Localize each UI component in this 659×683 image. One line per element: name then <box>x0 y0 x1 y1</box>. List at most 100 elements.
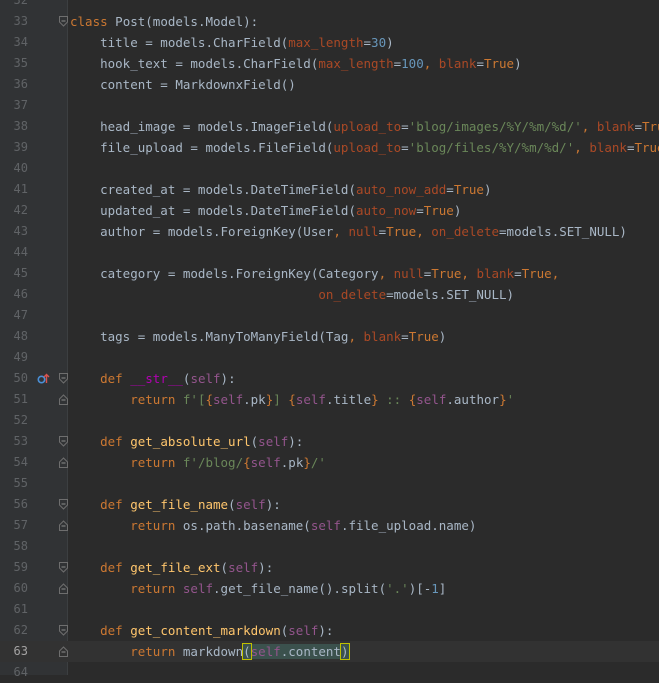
line-number: 64 <box>13 665 28 679</box>
code-line[interactable]: 56 def get_file_name(self): <box>0 494 659 515</box>
code-text: def get_absolute_url(self): <box>100 434 304 449</box>
fold-marker-icon[interactable] <box>59 373 68 384</box>
code-line[interactable]: 54 return f'/blog/{self.pk}/' <box>0 452 659 473</box>
code-text: return self.get_file_name().split('.')[-… <box>130 581 447 596</box>
code-line[interactable]: 44 <box>0 242 659 263</box>
code-line[interactable]: 64 <box>0 662 659 683</box>
fold-marker-icon[interactable] <box>59 520 68 531</box>
code-line[interactable]: 39 file_upload = models.FileField(upload… <box>0 137 659 158</box>
fold-marker-icon[interactable] <box>59 457 68 468</box>
code-text: head_image = models.ImageField(upload_to… <box>70 119 659 134</box>
code-text: hook_text = models.CharField(max_length=… <box>70 56 522 71</box>
code-text: class Post(models.Model): <box>70 14 259 29</box>
code-editor[interactable]: 32 33 class Post(models.Model): 34 title… <box>0 0 659 683</box>
line-number: 41 <box>13 182 28 196</box>
fold-marker-icon[interactable] <box>59 436 68 447</box>
code-line[interactable]: 55 <box>0 473 659 494</box>
code-line[interactable]: 61 <box>0 599 659 620</box>
code-line[interactable]: 49 <box>0 347 659 368</box>
code-line[interactable]: 36 content = MarkdownxField() <box>0 74 659 95</box>
line-number: 42 <box>13 203 28 217</box>
code-text: return f'[{self.pk}] {self.title} :: {se… <box>130 392 515 407</box>
code-text: category = models.ForeignKey(Category, n… <box>70 266 560 281</box>
code-text: on_delete=models.SET_NULL) <box>318 287 515 302</box>
code-text: def get_file_name(self): <box>100 497 281 512</box>
code-text: title = models.CharField(max_length=30) <box>70 35 394 50</box>
line-number: 43 <box>13 224 28 238</box>
line-number: 47 <box>13 308 28 322</box>
code-text: created_at = models.DateTimeField(auto_n… <box>70 182 492 197</box>
fold-marker-icon[interactable] <box>59 499 68 510</box>
fold-marker-icon[interactable] <box>59 583 68 594</box>
code-text: return os.path.basename(self.file_upload… <box>130 518 477 533</box>
line-number: 44 <box>13 245 28 259</box>
line-number: 62 <box>13 623 28 637</box>
line-number: 58 <box>13 539 28 553</box>
code-line[interactable]: 50 def __str__(self): <box>0 368 659 389</box>
code-line[interactable]: 32 <box>0 0 659 11</box>
code-text: tags = models.ManyToManyField(Tag, blank… <box>70 329 447 344</box>
line-number: 51 <box>13 392 28 406</box>
code-line[interactable]: 53 def get_absolute_url(self): <box>0 431 659 452</box>
line-number: 60 <box>13 581 28 595</box>
line-number: 40 <box>13 161 28 175</box>
code-text: def __str__(self): <box>100 371 236 386</box>
code-line[interactable]: 45 category = models.ForeignKey(Category… <box>0 263 659 284</box>
code-text: def get_file_ext(self): <box>100 560 274 575</box>
line-number: 49 <box>13 350 28 364</box>
code-line[interactable]: 62 def get_content_markdown(self): <box>0 620 659 641</box>
code-line[interactable]: 37 <box>0 95 659 116</box>
code-line[interactable]: 34 title = models.CharField(max_length=3… <box>0 32 659 53</box>
line-number: 33 <box>13 14 28 28</box>
code-line[interactable]: 42 updated_at = models.DateTimeField(aut… <box>0 200 659 221</box>
line-number: 37 <box>13 98 28 112</box>
fold-marker-icon[interactable] <box>59 625 68 636</box>
code-text: def get_content_markdown(self): <box>100 623 334 638</box>
code-line[interactable]: 60 return self.get_file_name().split('.'… <box>0 578 659 599</box>
line-number: 59 <box>13 560 28 574</box>
line-number: 61 <box>13 602 28 616</box>
fold-marker-icon[interactable] <box>59 16 68 27</box>
code-text: updated_at = models.DateTimeField(auto_n… <box>70 203 462 218</box>
text-caret <box>348 645 350 660</box>
line-number: 54 <box>13 455 28 469</box>
code-line[interactable]: 52 <box>0 410 659 431</box>
code-line[interactable]: 38 head_image = models.ImageField(upload… <box>0 116 659 137</box>
code-line[interactable]: 46 on_delete=models.SET_NULL) <box>0 284 659 305</box>
fold-marker-icon[interactable] <box>59 394 68 405</box>
line-number: 38 <box>13 119 28 133</box>
line-number: 32 <box>13 0 28 7</box>
code-text: file_upload = models.FileField(upload_to… <box>70 140 659 155</box>
code-line[interactable]: 48 tags = models.ManyToManyField(Tag, bl… <box>0 326 659 347</box>
code-text: return f'/blog/{self.pk}/' <box>130 455 326 470</box>
line-number: 34 <box>13 35 28 49</box>
code-line[interactable]: 51 return f'[{self.pk}] {self.title} :: … <box>0 389 659 410</box>
code-text: content = MarkdownxField() <box>70 77 296 92</box>
code-line[interactable]: 33 class Post(models.Model): <box>0 11 659 32</box>
line-number: 36 <box>13 77 28 91</box>
code-line[interactable]: 35 hook_text = models.CharField(max_leng… <box>0 53 659 74</box>
code-line[interactable]: 41 created_at = models.DateTimeField(aut… <box>0 179 659 200</box>
code-line[interactable]: 59 def get_file_ext(self): <box>0 557 659 578</box>
line-number: 52 <box>13 413 28 427</box>
line-number: 35 <box>13 56 28 70</box>
line-number: 56 <box>13 497 28 511</box>
line-number: 46 <box>13 287 28 301</box>
line-number: 55 <box>13 476 28 490</box>
fold-marker-icon[interactable] <box>59 646 68 657</box>
code-line[interactable]: 43 author = models.ForeignKey(User, null… <box>0 221 659 242</box>
line-number: 50 <box>13 371 28 385</box>
line-number: 57 <box>13 518 28 532</box>
code-text: return markdown(self.content) <box>130 643 350 660</box>
code-line[interactable]: 40 <box>0 158 659 179</box>
line-number: 53 <box>13 434 28 448</box>
line-number: 48 <box>13 329 28 343</box>
code-line[interactable]: 57 return os.path.basename(self.file_upl… <box>0 515 659 536</box>
current-code-line[interactable]: 63 return markdown(self.content) <box>0 641 659 662</box>
line-number: 63 <box>13 644 28 658</box>
override-method-icon[interactable] <box>37 372 50 385</box>
code-line[interactable]: 47 <box>0 305 659 326</box>
code-line[interactable]: 58 <box>0 536 659 557</box>
line-number: 39 <box>13 140 28 154</box>
fold-marker-icon[interactable] <box>59 562 68 573</box>
